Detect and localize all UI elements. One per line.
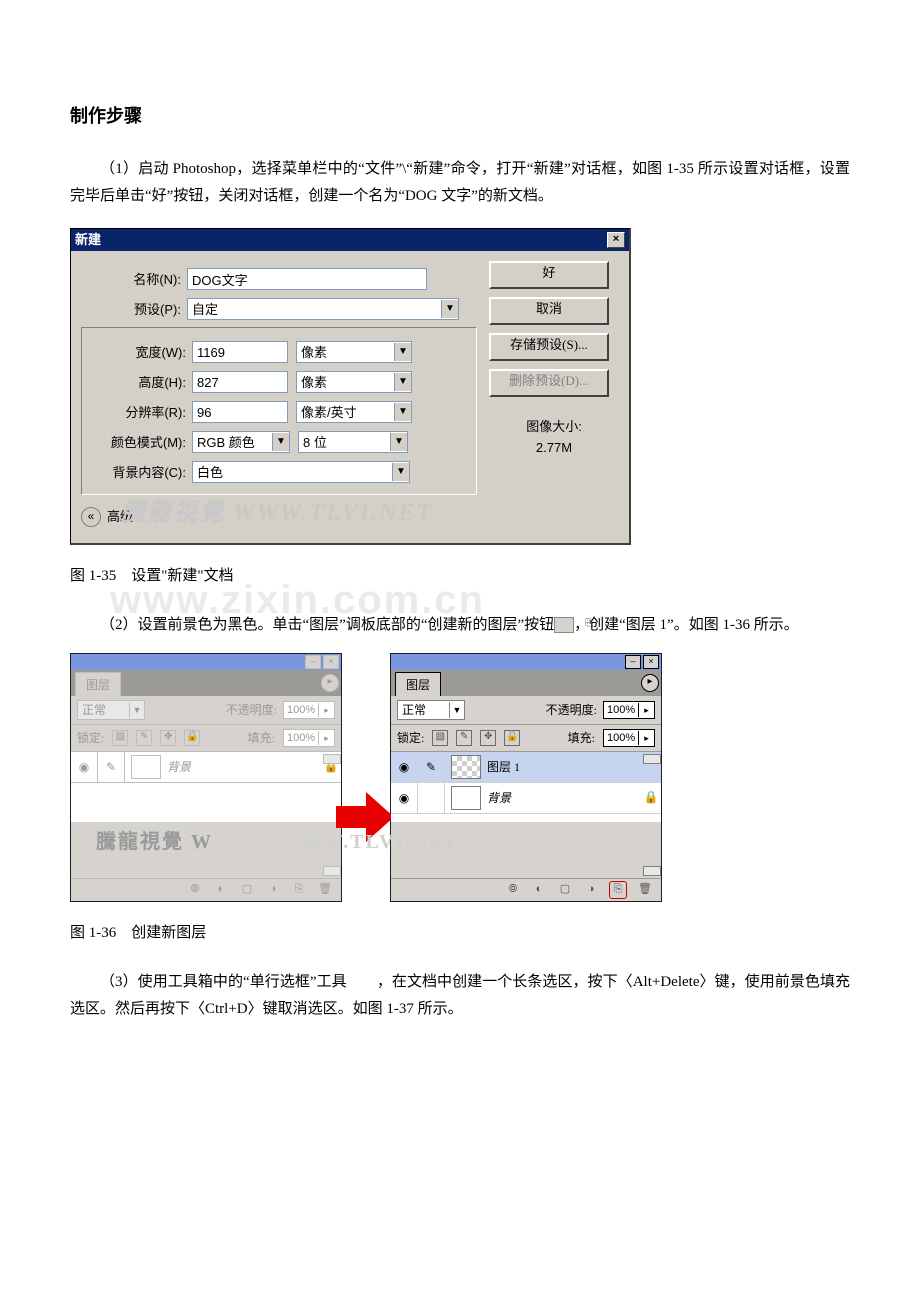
layer-thumbnail <box>451 755 481 779</box>
save-preset-button[interactable]: 存储预设(S)... <box>489 333 609 361</box>
name-input[interactable] <box>187 268 427 290</box>
visibility-icon[interactable]: ◉ <box>71 752 98 782</box>
tab-layers[interactable]: 图层 <box>75 672 121 696</box>
height-input[interactable] <box>192 371 288 393</box>
blend-mode-select[interactable]: 正常▼ <box>397 700 465 720</box>
bit-depth-select[interactable]: 8 位▼ <box>298 431 408 453</box>
close-icon[interactable]: × <box>643 655 659 669</box>
height-unit-select[interactable]: 像素▼ <box>296 371 412 393</box>
layer-thumbnail <box>131 755 161 779</box>
lock-paint-icon[interactable]: ✎ <box>456 730 472 746</box>
mask-icon[interactable]: ▢ <box>557 882 573 898</box>
dialog-titlebar: 新建 × <box>71 229 629 251</box>
lock-paint-icon: ✎ <box>136 730 152 746</box>
visibility-icon[interactable]: ◉ <box>391 752 418 782</box>
width-unit-select[interactable]: 像素▼ <box>296 341 412 363</box>
figure-new-dialog: 新建 × 名称(N): 预设(P): 自定▼ 宽度(W): 像素▼ 高度(H <box>70 228 631 544</box>
layer-row-background[interactable]: ◉ 背景 🔒 <box>391 783 661 814</box>
minimize-icon[interactable]: – <box>625 655 641 669</box>
mask-icon[interactable]: ▢ <box>239 882 255 898</box>
bg-select[interactable]: 白色▼ <box>192 461 410 483</box>
adjust-icon[interactable]: ◑ <box>265 882 281 898</box>
new-layer-icon[interactable]: ⎘ <box>609 881 627 899</box>
lock-all-icon[interactable]: 🔒 <box>504 730 520 746</box>
layers-panel-after: –× 图层▸ 正常▼ 不透明度: 100%▸ 锁定: ▧ ✎ ✥ 🔒 填充: 1… <box>390 653 662 902</box>
visibility-icon[interactable]: ◉ <box>391 783 418 813</box>
layer-row-background[interactable]: ◉ ✎ 背景 🔒 <box>71 752 341 783</box>
chevron-up-icon: « <box>81 507 101 527</box>
lock-transparency-icon: ▧ <box>112 730 128 746</box>
close-icon[interactable]: × <box>607 232 625 248</box>
figure-1-caption: 图 1-35 设置"新建"文档 <box>70 563 850 590</box>
opacity-field[interactable]: 100%▸ <box>603 701 655 719</box>
dialog-title: 新建 <box>75 229 101 251</box>
layers-panel-before: –× 图层▸ 正常▼ 不透明度: 100%▸ 锁定: ▧ ✎ ✥ 🔒 填充: 1… <box>70 653 342 902</box>
image-size-info: 图像大小: 2.77M <box>489 417 619 459</box>
width-label: 宽度(W): <box>86 341 192 364</box>
preset-label: 预设(P): <box>81 298 187 321</box>
size-group: 宽度(W): 像素▼ 高度(H): 像素▼ 分辨率(R): 像素/英寸▼ <box>81 327 477 495</box>
delete-preset-button: 删除预设(D)... <box>489 369 609 397</box>
link-icon[interactable]: ⦾ <box>187 882 203 898</box>
tab-layers[interactable]: 图层 <box>395 672 441 696</box>
minimize-icon[interactable]: – <box>305 655 321 669</box>
panel-watermark: 騰龍視覺 W <box>96 832 213 852</box>
panel-menu-icon[interactable]: ▸ <box>641 674 659 692</box>
link-icon[interactable]: ⦾ <box>505 882 521 898</box>
style-icon[interactable]: ◐ <box>213 882 229 898</box>
lock-move-icon[interactable]: ✥ <box>480 730 496 746</box>
chevron-down-icon: ▼ <box>441 300 458 318</box>
figure-2-caption: 图 1-36 创建新图层 <box>70 920 850 947</box>
layer-thumbnail <box>451 786 481 810</box>
resolution-unit-select[interactable]: 像素/英寸▼ <box>296 401 412 423</box>
brush-icon: ✎ <box>98 752 125 782</box>
new-layer-icon[interactable]: ⎘ <box>291 882 307 898</box>
new-layer-icon: ⎘ <box>554 617 574 633</box>
style-icon[interactable]: ◐ <box>531 882 547 898</box>
ok-button[interactable]: 好 <box>489 261 609 289</box>
figure-layer-panels: –× 图层▸ 正常▼ 不透明度: 100%▸ 锁定: ▧ ✎ ✥ 🔒 填充: 1… <box>70 653 850 902</box>
lock-icon: 🔒 <box>641 790 661 805</box>
width-input[interactable] <box>192 341 288 363</box>
lock-all-icon: 🔒 <box>184 730 200 746</box>
height-label: 高度(H): <box>86 371 192 394</box>
preset-select[interactable]: 自定▼ <box>187 298 459 320</box>
bg-label: 背景内容(C): <box>86 461 192 484</box>
trash-icon[interactable]: 🗑 <box>317 882 333 898</box>
document-page: { "heading": "制作步骤", "para1": "（1）启动 Pho… <box>0 0 920 1095</box>
resolution-input[interactable] <box>192 401 288 423</box>
lock-transparency-icon[interactable]: ▧ <box>432 730 448 746</box>
panel-menu-icon[interactable]: ▸ <box>321 674 339 692</box>
close-icon[interactable]: × <box>323 655 339 669</box>
trash-icon[interactable]: 🗑 <box>637 882 653 898</box>
step-3-text: （3）使用工具箱中的“单行选框”工具 ，在文档中创建一个长条选区，按下〈Alt+… <box>70 969 850 1023</box>
layer-row-layer1[interactable]: ◉ ✎ 图层 1 <box>391 752 661 783</box>
lock-move-icon: ✥ <box>160 730 176 746</box>
name-label: 名称(N): <box>81 268 187 291</box>
adjust-icon[interactable]: ◑ <box>583 882 599 898</box>
brush-icon: ✎ <box>418 752 445 782</box>
advanced-toggle[interactable]: « 高级 <box>81 505 477 528</box>
mode-label: 颜色模式(M): <box>86 431 192 454</box>
step-1-text: （1）启动 Photoshop，选择菜单栏中的“文件”\“新建”命令，打开“新建… <box>70 156 850 210</box>
mode-select[interactable]: RGB 颜色▼ <box>192 431 290 453</box>
fill-field: 100%▸ <box>283 729 335 747</box>
opacity-field: 100%▸ <box>283 701 335 719</box>
fill-field[interactable]: 100%▸ <box>603 729 655 747</box>
panel-watermark: WW.TLVI.NET <box>301 832 459 852</box>
blend-mode-select: 正常▼ <box>77 700 145 720</box>
step-2-text: （2）设置前景色为黑色。单击“图层”调板底部的“创建新的图层”按钮⎘，创建“图层… <box>70 612 850 639</box>
section-heading: 制作步骤 <box>70 100 850 132</box>
resolution-label: 分辨率(R): <box>86 401 192 424</box>
cancel-button[interactable]: 取消 <box>489 297 609 325</box>
